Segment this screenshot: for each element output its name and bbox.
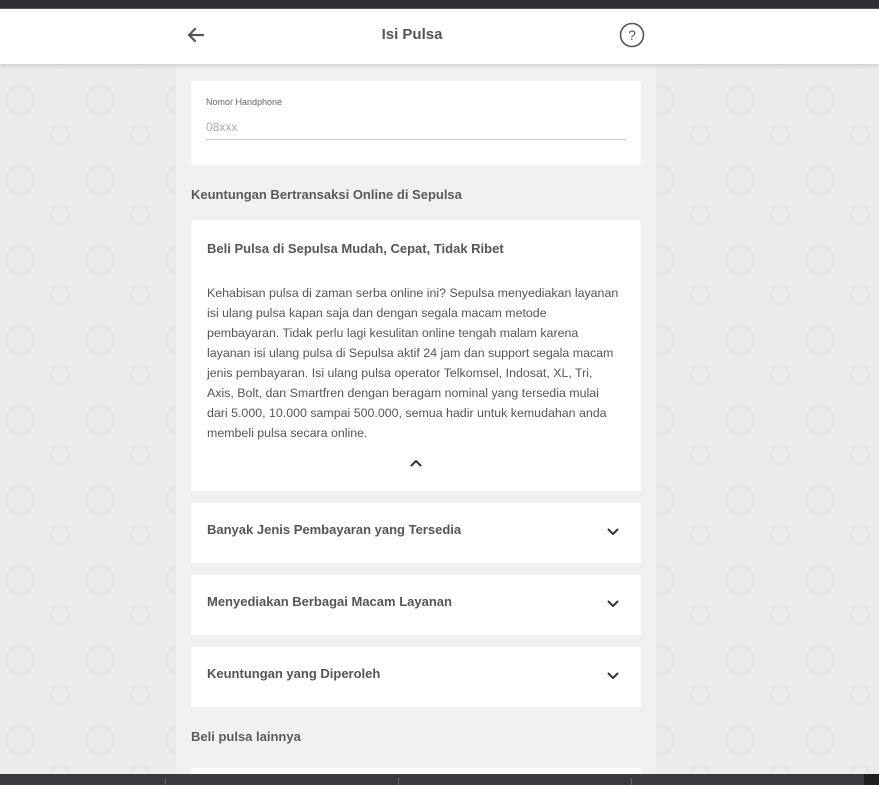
chevron-up-icon bbox=[410, 454, 422, 472]
taskbar-divider bbox=[631, 778, 632, 785]
accordion-title: Keuntungan yang Diperoleh bbox=[207, 666, 381, 681]
phone-number-input[interactable] bbox=[206, 114, 626, 140]
accordion-item-advantages[interactable]: Keuntungan yang Diperoleh bbox=[191, 647, 641, 707]
accordion-item-services[interactable]: Menyediakan Berbagai Macam Layanan bbox=[191, 575, 641, 635]
accordion-item-expanded: Beli Pulsa di Sepulsa Mudah, Cepat, Tida… bbox=[191, 220, 641, 491]
chevron-down-icon bbox=[603, 666, 623, 686]
taskbar bbox=[0, 774, 879, 785]
chevron-down-icon bbox=[603, 522, 623, 542]
taskbar-divider bbox=[165, 778, 166, 785]
taskbar-divider bbox=[398, 778, 399, 785]
arrow-left-icon bbox=[187, 27, 205, 48]
help-button[interactable]: ? bbox=[619, 22, 645, 53]
accordion-title: Menyediakan Berbagai Macam Layanan bbox=[207, 594, 452, 609]
chevron-down-icon bbox=[603, 594, 623, 614]
collapse-button[interactable] bbox=[406, 454, 426, 472]
phone-number-card: Nomor Handphone bbox=[191, 81, 641, 165]
main-content: Nomor Handphone Keuntungan Bertransaksi … bbox=[176, 64, 656, 774]
accordion-body-text: Kehabisan pulsa di zaman serba online in… bbox=[207, 286, 619, 440]
accordion-item-payment-types[interactable]: Banyak Jenis Pembayaran yang Tersedia bbox=[191, 503, 641, 563]
accordion-title: Banyak Jenis Pembayaran yang Tersedia bbox=[207, 522, 462, 537]
accordion-title: Beli Pulsa di Sepulsa Mudah, Cepat, Tida… bbox=[207, 241, 504, 256]
scrollbar-corner bbox=[864, 774, 879, 785]
app-header: Isi Pulsa ? bbox=[0, 9, 879, 64]
question-circle-icon: ? bbox=[619, 22, 645, 53]
benefits-section-title: Keuntungan Bertransaksi Online di Sepuls… bbox=[191, 187, 462, 202]
page-title: Isi Pulsa bbox=[381, 26, 443, 43]
svg-text:?: ? bbox=[628, 27, 636, 43]
back-button[interactable] bbox=[184, 25, 208, 49]
other-pulsa-section-title: Beli pulsa lainnya bbox=[191, 729, 301, 744]
browser-top-bar bbox=[0, 0, 879, 9]
phone-number-label: Nomor Handphone bbox=[206, 97, 283, 107]
